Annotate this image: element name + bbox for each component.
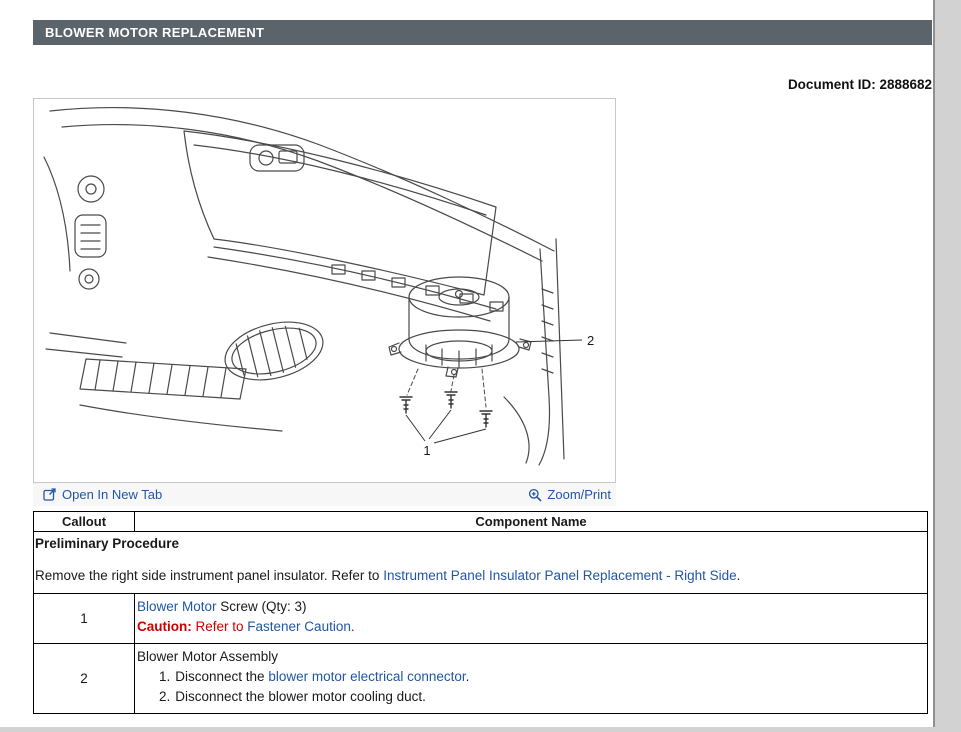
component-title: Blower Motor Assembly [137,647,923,667]
fastener-caution-link[interactable]: Fastener Caution [247,619,351,634]
preliminary-suffix: . [737,568,741,583]
open-in-new-tab-label: Open In New Tab [62,487,162,502]
zoom-print-link[interactable]: Zoom/Print [528,487,611,502]
zoom-print-label: Zoom/Print [547,487,611,502]
page-title: BLOWER MOTOR REPLACEMENT [45,25,264,40]
preliminary-procedure-title: Preliminary Procedure [35,536,923,551]
component-name-rest: Screw (Qty: 3) [217,599,307,614]
component-cell-1: Blower Motor Screw (Qty: 3) Caution: Ref… [135,594,928,644]
caution-text: Refer to [192,619,248,634]
figure-image: 1 2 [33,98,616,483]
callout-number-2: 2 [34,644,135,714]
step-number: 2. [159,689,170,704]
zoom-icon [528,488,542,502]
page: BLOWER MOTOR REPLACEMENT Document ID: 28… [0,0,935,727]
component-name-line: Blower Motor Screw (Qty: 3) [137,597,923,617]
figure-toolbar: Open In New Tab Zoom/Print [33,483,616,506]
column-header-component-name: Component Name [135,512,928,532]
preliminary-text: Remove the right side instrument panel i… [35,568,383,583]
open-in-new-tab-icon [43,488,57,501]
step-line-2: 2. Disconnect the blower motor cooling du… [137,687,923,707]
step-text: Disconnect the [175,669,268,684]
callout-row-2: 2 Blower Motor Assembly 1. Disconnect the… [34,644,928,714]
blower-motor-link[interactable]: Blower Motor [137,599,217,614]
table-header-row: Callout Component Name [34,512,928,532]
section-header-bar: BLOWER MOTOR REPLACEMENT [33,20,932,45]
caution-suffix: . [351,619,355,634]
column-header-callout: Callout [34,512,135,532]
preliminary-procedure-row: Preliminary Procedure Remove the right s… [34,532,928,594]
blower-motor-electrical-connector-link[interactable]: blower motor electrical connector [268,669,465,684]
open-in-new-tab-link[interactable]: Open In New Tab [43,487,162,502]
figure-container: 1 2 Open In New Tab Zoom/Print [33,98,616,506]
callout-table: Callout Component Name Preliminary Proce… [33,511,928,714]
component-cell-2: Blower Motor Assembly 1. Disconnect the b… [135,644,928,714]
callout-number-1: 1 [34,594,135,644]
step-suffix: . [466,669,470,684]
instrument-panel-insulator-replacement-link[interactable]: Instrument Panel Insulator Panel Replace… [383,568,736,583]
figure-callout-2: 2 [587,333,594,348]
step-text: Disconnect the blower motor cooling duct… [175,689,426,704]
technical-illustration: 1 2 [34,99,615,482]
figure-callout-1: 1 [423,443,430,458]
step-number: 1. [159,669,170,684]
callout-row-1: 1 Blower Motor Screw (Qty: 3) Caution: R… [34,594,928,644]
caution-line: Caution: Refer to Fastener Caution. [137,617,923,637]
preliminary-procedure-text: Remove the right side instrument panel i… [35,567,923,585]
preliminary-procedure-cell: Preliminary Procedure Remove the right s… [34,532,928,594]
step-line-1: 1. Disconnect the blower motor electrical… [137,667,923,687]
caution-label: Caution: [137,619,192,634]
document-id: Document ID: 2888682 [33,77,932,92]
